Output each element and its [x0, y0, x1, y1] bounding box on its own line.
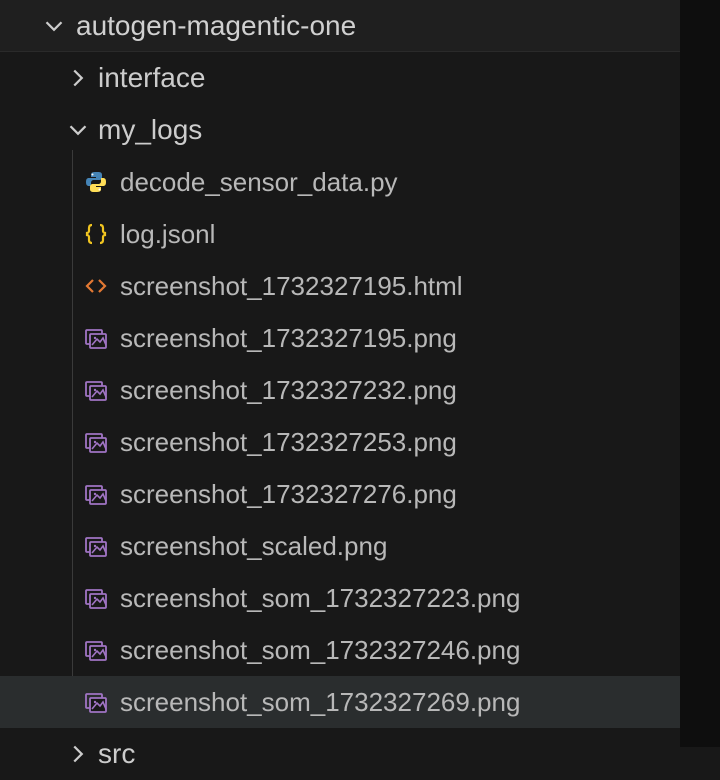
file-item[interactable]: screenshot_scaled.png — [0, 520, 680, 572]
image-file-icon — [82, 584, 110, 612]
file-item[interactable]: decode_sensor_data.py — [0, 156, 680, 208]
file-label: screenshot_scaled.png — [120, 531, 387, 562]
image-file-icon — [82, 428, 110, 456]
file-item[interactable]: screenshot_1732327276.png — [0, 468, 680, 520]
file-label: screenshot_1732327232.png — [120, 375, 457, 406]
chevron-down-icon — [42, 14, 66, 38]
file-item[interactable]: screenshot_1732327253.png — [0, 416, 680, 468]
file-item[interactable]: screenshot_som_1732327246.png — [0, 624, 680, 676]
folder-label: src — [98, 738, 135, 770]
file-label: screenshot_1732327195.html — [120, 271, 463, 302]
file-label: screenshot_1732327276.png — [120, 479, 457, 510]
image-file-icon — [82, 376, 110, 404]
folder-label: my_logs — [98, 114, 202, 146]
file-label: screenshot_1732327253.png — [120, 427, 457, 458]
file-label: screenshot_som_1732327246.png — [120, 635, 520, 666]
image-file-icon — [82, 480, 110, 508]
folder-label: interface — [98, 62, 205, 94]
folder-mylogs[interactable]: my_logs — [0, 104, 680, 156]
file-label: log.jsonl — [120, 219, 215, 250]
file-item[interactable]: screenshot_1732327195.html — [0, 260, 680, 312]
chevron-right-icon — [66, 66, 90, 90]
root-folder[interactable]: autogen-magentic-one — [0, 0, 680, 52]
file-label: screenshot_1732327195.png — [120, 323, 457, 354]
file-item[interactable]: screenshot_1732327232.png — [0, 364, 680, 416]
file-label: screenshot_som_1732327223.png — [120, 583, 520, 614]
folder-interface[interactable]: interface — [0, 52, 680, 104]
image-file-icon — [82, 688, 110, 716]
folder-src[interactable]: src — [0, 728, 680, 780]
chevron-right-icon — [66, 742, 90, 766]
image-file-icon — [82, 324, 110, 352]
file-item[interactable]: screenshot_som_1732327223.png — [0, 572, 680, 624]
chevron-down-icon — [66, 118, 90, 142]
file-item[interactable]: screenshot_som_1732327269.png — [0, 676, 680, 728]
root-label: autogen-magentic-one — [76, 10, 356, 42]
image-file-icon — [82, 532, 110, 560]
html-file-icon — [82, 272, 110, 300]
file-label: decode_sensor_data.py — [120, 167, 398, 198]
json-file-icon — [82, 220, 110, 248]
python-file-icon — [82, 168, 110, 196]
file-tree: autogen-magentic-one interface my_logs d… — [0, 0, 680, 780]
image-file-icon — [82, 636, 110, 664]
file-item[interactable]: log.jsonl — [0, 208, 680, 260]
scrollbar[interactable] — [680, 0, 720, 747]
file-label: screenshot_som_1732327269.png — [120, 687, 520, 718]
file-item[interactable]: screenshot_1732327195.png — [0, 312, 680, 364]
